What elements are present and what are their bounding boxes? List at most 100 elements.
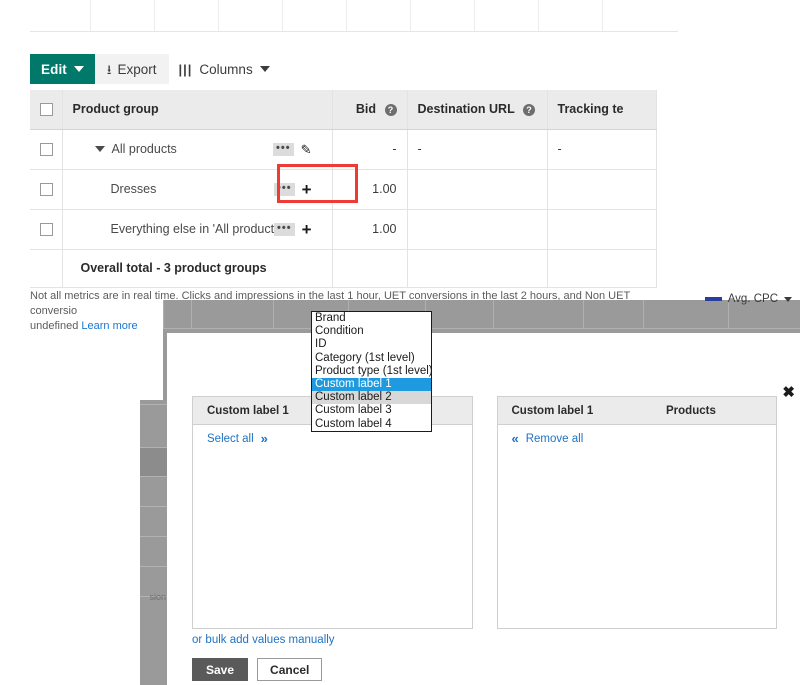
row-checkbox[interactable] <box>40 143 53 156</box>
chevrons-right-icon[interactable]: » <box>261 432 268 445</box>
columns-button[interactable]: ||| Columns <box>169 54 280 84</box>
selected-values-pane: Custom label 1 Products « Remove all <box>497 396 778 629</box>
export-button-label: Export <box>117 62 156 77</box>
row-actions: ••• ✎ <box>273 143 311 156</box>
total-label: Overall total - 3 product groups <box>62 249 332 287</box>
table-row[interactable]: Dresses ••• + 1.00 <box>30 169 656 209</box>
dropdown-option[interactable]: ID <box>312 338 431 351</box>
row-product-group-cell: Dresses ••• + <box>62 169 332 209</box>
dropdown-option[interactable]: Product type (1st level) <box>312 365 431 378</box>
plus-icon[interactable]: + <box>302 221 312 238</box>
dropdown-option[interactable]: Condition <box>312 325 431 338</box>
product-group-cell-content: All products ••• ✎ <box>73 130 322 169</box>
row-destination-url[interactable]: - <box>407 129 547 169</box>
product-group-name: All products <box>112 142 177 156</box>
more-options-icon[interactable]: ••• <box>274 183 295 196</box>
selected-pane-body[interactable]: « Remove all <box>498 425 777 628</box>
product-group-cell-content: Dresses ••• + <box>73 170 322 209</box>
row-actions: ••• + <box>274 181 312 198</box>
total-tracking-template <box>547 249 656 287</box>
header-bid[interactable]: Bid ? <box>332 90 407 129</box>
row-bid[interactable]: 1.00 <box>332 209 407 249</box>
close-icon[interactable]: ✖ <box>782 385 795 400</box>
dialog-buttons: Save Cancel <box>192 658 322 681</box>
row-bid[interactable]: 1.00 <box>332 169 407 209</box>
row-checkbox[interactable] <box>40 183 53 196</box>
row-tracking-template[interactable]: - <box>547 129 656 169</box>
export-button[interactable]: ⭳ Export <box>95 54 169 84</box>
select-all-header <box>30 90 62 129</box>
table-body: All products ••• ✎ - - - <box>30 129 656 287</box>
help-icon[interactable]: ? <box>523 104 535 116</box>
total-bid <box>332 249 407 287</box>
more-options-icon[interactable]: ••• <box>274 223 295 236</box>
row-checkbox-cell <box>30 209 62 249</box>
dropdown-option[interactable]: Custom label 2 <box>312 391 431 404</box>
total-checkbox-cell <box>30 249 62 287</box>
dropdown-option[interactable]: Custom label 4 <box>312 418 431 431</box>
header-tracking-template[interactable]: Tracking te <box>547 90 656 129</box>
chevron-down-icon <box>74 66 84 72</box>
selected-pane-header-name: Custom label 1 <box>498 405 667 417</box>
download-icon: ⭳ <box>107 63 112 76</box>
plus-icon[interactable]: + <box>302 181 312 198</box>
row-product-group-cell: All products ••• ✎ <box>62 129 332 169</box>
row-tracking-template[interactable] <box>547 209 656 249</box>
table-row[interactable]: All products ••• ✎ - - - <box>30 129 656 169</box>
obscured-menu-text: sion <box>149 592 166 602</box>
cancel-button[interactable]: Cancel <box>257 658 322 681</box>
selected-pane-header: Custom label 1 Products <box>498 397 777 425</box>
header-product-group[interactable]: Product group <box>62 90 332 129</box>
product-group-name: Everything else in 'All products' <box>111 222 283 236</box>
selected-pane-header-products: Products <box>666 405 776 417</box>
product-group-cell-content: Everything else in 'All products' ••• + <box>73 210 322 249</box>
row-destination-url[interactable] <box>407 209 547 249</box>
bulk-add-link[interactable]: or bulk add values manually <box>192 634 335 646</box>
remove-all-label: Remove all <box>526 433 584 445</box>
edit-button-label: Edit <box>41 62 67 77</box>
row-tracking-template[interactable] <box>547 169 656 209</box>
product-groups-table: Product group Bid ? Destination URL ? Tr… <box>30 90 657 288</box>
table-header-row: Product group Bid ? Destination URL ? Tr… <box>30 90 656 129</box>
table-total-row: Overall total - 3 product groups <box>30 249 656 287</box>
obscured-side-menu: sion <box>140 400 167 685</box>
chevrons-left-icon[interactable]: « <box>512 432 519 445</box>
row-destination-url[interactable] <box>407 169 547 209</box>
more-options-icon[interactable]: ••• <box>273 143 294 156</box>
customize-using-dropdown[interactable]: BrandConditionIDCategory (1st level)Prod… <box>311 311 432 432</box>
edit-button[interactable]: Edit <box>30 54 95 84</box>
total-destination-url <box>407 249 547 287</box>
dropdown-option[interactable]: Custom label 3 <box>312 404 431 417</box>
legend-color-swatch <box>705 297 722 301</box>
chart-legend[interactable]: Avg. CPC <box>705 293 792 305</box>
dropdown-option[interactable]: Brand <box>312 312 431 325</box>
row-checkbox-cell <box>30 129 62 169</box>
columns-icon: ||| <box>179 62 193 77</box>
triangle-down-icon[interactable] <box>95 146 105 152</box>
dropdown-option[interactable]: Category (1st level) <box>312 352 431 365</box>
row-bid[interactable]: - <box>332 129 407 169</box>
chevron-down-icon[interactable] <box>784 297 792 302</box>
learn-more-link[interactable]: Learn more <box>81 320 137 332</box>
footnote-undefined: undefined <box>30 320 78 332</box>
chart-grid-remnant <box>30 0 678 32</box>
customize-product-group-dialog: ✖ Customize Dresses using: Custom label … <box>167 333 800 685</box>
header-destination-url-label: Destination URL <box>418 102 515 116</box>
transfer-panes: Custom label 1 Products Select all » Cus… <box>192 396 777 629</box>
header-tracking-template-label: Tracking te <box>558 102 624 116</box>
help-icon[interactable]: ? <box>385 104 397 116</box>
save-button[interactable]: Save <box>192 658 248 681</box>
columns-button-label: Columns <box>199 62 252 77</box>
dropdown-option[interactable]: Custom label 1 <box>312 378 431 391</box>
product-group-name: Dresses <box>111 182 157 196</box>
select-all-action[interactable]: Select all » <box>207 432 268 445</box>
header-destination-url[interactable]: Destination URL ? <box>407 90 547 129</box>
header-product-group-label: Product group <box>73 102 159 116</box>
screenshot-root: Edit ⭳ Export ||| Columns <box>0 0 800 685</box>
table-row[interactable]: Everything else in 'All products' ••• + … <box>30 209 656 249</box>
pencil-icon[interactable]: ✎ <box>301 143 312 156</box>
select-all-checkbox[interactable] <box>40 103 53 116</box>
remove-all-action[interactable]: « Remove all <box>512 432 584 445</box>
available-pane-body[interactable]: Select all » <box>193 425 472 628</box>
row-checkbox[interactable] <box>40 223 53 236</box>
